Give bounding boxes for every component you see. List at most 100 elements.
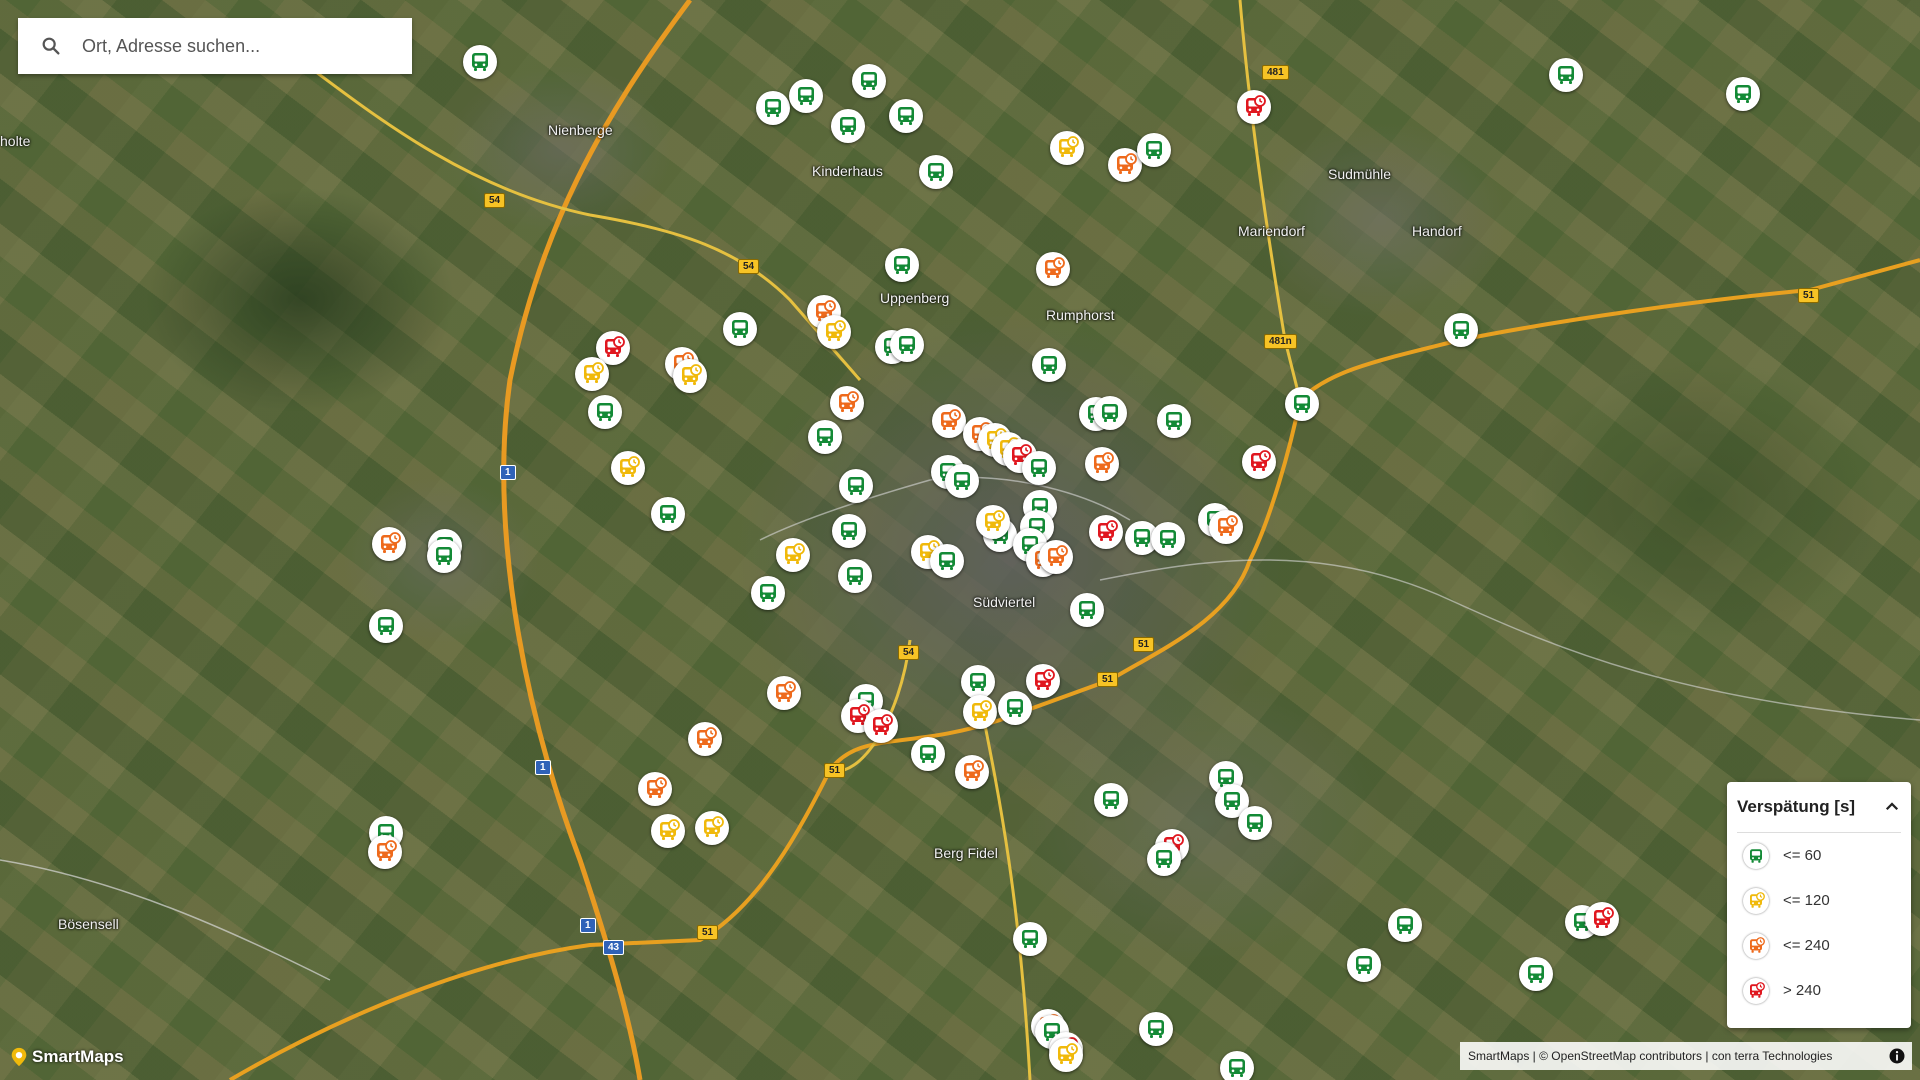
bus-marker-delayed[interactable] (1039, 540, 1073, 574)
bus-marker[interactable] (1726, 77, 1760, 111)
bus-icon (798, 87, 814, 105)
bus-icon (920, 745, 936, 763)
satellite-map[interactable]: Nienberge Kinderhaus Uppenberg Rumphorst… (0, 0, 1920, 1080)
bus-marker-delayed[interactable] (575, 357, 609, 391)
bus-marker[interactable] (998, 691, 1032, 725)
bus-marker[interactable] (723, 312, 757, 346)
bus-marker[interactable] (1022, 451, 1056, 485)
bus-marker-delayed[interactable] (1026, 664, 1060, 698)
bus-marker[interactable] (945, 464, 979, 498)
bus-marker-delayed[interactable] (1585, 902, 1619, 936)
delay-legend: Verspätung [s] <= 60 <= 120 <= 240 > 240 (1727, 782, 1911, 1028)
bus-marker[interactable] (839, 469, 873, 503)
bus-marker-delayed[interactable] (673, 359, 707, 393)
bus-marker-delayed[interactable] (368, 835, 402, 869)
bus-marker[interactable] (930, 544, 964, 578)
bus-marker-delayed[interactable] (372, 527, 406, 561)
bus-marker[interactable] (838, 559, 872, 593)
bus-clock-icon (964, 760, 984, 781)
bus-clock-icon (1117, 153, 1137, 174)
bus-marker-delayed[interactable] (688, 722, 722, 756)
bus-marker-delayed[interactable] (1237, 90, 1271, 124)
bus-marker-delayed[interactable] (1036, 252, 1070, 286)
bus-icon (1102, 404, 1118, 422)
bus-marker-delayed[interactable] (695, 811, 729, 845)
bus-marker[interactable] (1388, 908, 1422, 942)
bus-marker-delayed[interactable] (932, 404, 966, 438)
bus-marker[interactable] (1285, 387, 1319, 421)
bus-marker[interactable] (1147, 842, 1181, 876)
bus-marker[interactable] (831, 109, 865, 143)
search-input[interactable] (80, 34, 384, 58)
bus-marker[interactable] (369, 609, 403, 643)
bus-marker[interactable] (1137, 133, 1171, 167)
bus-marker[interactable] (911, 737, 945, 771)
bus-marker[interactable] (1139, 1012, 1173, 1046)
bus-clock-icon (941, 409, 961, 430)
bus-marker-delayed[interactable] (1089, 515, 1123, 549)
bus-marker[interactable] (832, 514, 866, 548)
place-label: Sudmühle (1328, 166, 1392, 182)
road-shield: 1 (500, 465, 516, 480)
bus-marker-delayed[interactable] (817, 315, 851, 349)
bus-marker[interactable] (756, 91, 790, 125)
bus-marker-delayed[interactable] (1209, 510, 1243, 544)
info-icon[interactable] (1888, 1047, 1906, 1065)
bus-marker[interactable] (890, 328, 924, 362)
bus-marker-delayed[interactable] (963, 695, 997, 729)
legend-label: <= 240 (1783, 937, 1830, 954)
bus-marker[interactable] (1093, 396, 1127, 430)
bus-marker[interactable] (1238, 806, 1272, 840)
bus-marker[interactable] (1157, 404, 1191, 438)
bus-marker-delayed[interactable] (1049, 1038, 1083, 1072)
road-shield: 51 (1798, 288, 1820, 303)
bus-icon (597, 403, 613, 421)
bus-marker[interactable] (751, 576, 785, 610)
bus-marker-delayed[interactable] (651, 814, 685, 848)
bus-marker[interactable] (889, 99, 923, 133)
bus-marker[interactable] (1444, 313, 1478, 347)
bus-icon (1146, 141, 1162, 159)
bus-marker[interactable] (1094, 783, 1128, 817)
bus-marker[interactable] (919, 155, 953, 189)
legend-header[interactable]: Verspätung [s] (1737, 782, 1901, 833)
bus-marker[interactable] (961, 665, 995, 699)
bus-marker[interactable] (1070, 593, 1104, 627)
logo-text: SmartMaps (32, 1047, 124, 1066)
bus-marker-delayed[interactable] (830, 386, 864, 420)
bus-marker[interactable] (885, 248, 919, 282)
bus-marker-delayed[interactable] (976, 505, 1010, 539)
bus-marker[interactable] (789, 79, 823, 113)
bus-marker-delayed[interactable] (1050, 131, 1084, 165)
bus-marker-delayed[interactable] (1242, 445, 1276, 479)
bus-marker[interactable] (1347, 948, 1381, 982)
search-icon[interactable] (40, 35, 62, 57)
bus-marker[interactable] (1013, 922, 1047, 956)
bus-marker[interactable] (427, 539, 461, 573)
bus-marker[interactable] (588, 395, 622, 429)
bus-marker[interactable] (463, 45, 497, 79)
bus-marker[interactable] (852, 64, 886, 98)
bus-marker[interactable] (1220, 1051, 1254, 1080)
bus-marker[interactable] (651, 497, 685, 531)
bus-marker-delayed[interactable] (955, 755, 989, 789)
bus-clock-icon (1045, 257, 1065, 278)
bus-icon (1397, 916, 1413, 934)
bus-marker[interactable] (1519, 957, 1553, 991)
bus-marker[interactable] (1032, 348, 1066, 382)
bus-marker[interactable] (1549, 58, 1583, 92)
bus-marker-delayed[interactable] (767, 676, 801, 710)
bus-marker-delayed[interactable] (638, 772, 672, 806)
bus-marker-delayed[interactable] (864, 709, 898, 743)
bus-icon (765, 99, 781, 117)
bus-marker-delayed[interactable] (611, 451, 645, 485)
bus-marker[interactable] (808, 420, 842, 454)
bus-clock-icon (647, 777, 667, 798)
bus-icon (1079, 601, 1095, 619)
bus-marker[interactable] (1151, 522, 1185, 556)
search-box[interactable] (18, 18, 412, 74)
bus-marker-delayed[interactable] (776, 538, 810, 572)
bus-marker-delayed[interactable] (1085, 447, 1119, 481)
place-label: Bösensell (58, 916, 119, 932)
chevron-up-icon[interactable] (1883, 798, 1901, 816)
